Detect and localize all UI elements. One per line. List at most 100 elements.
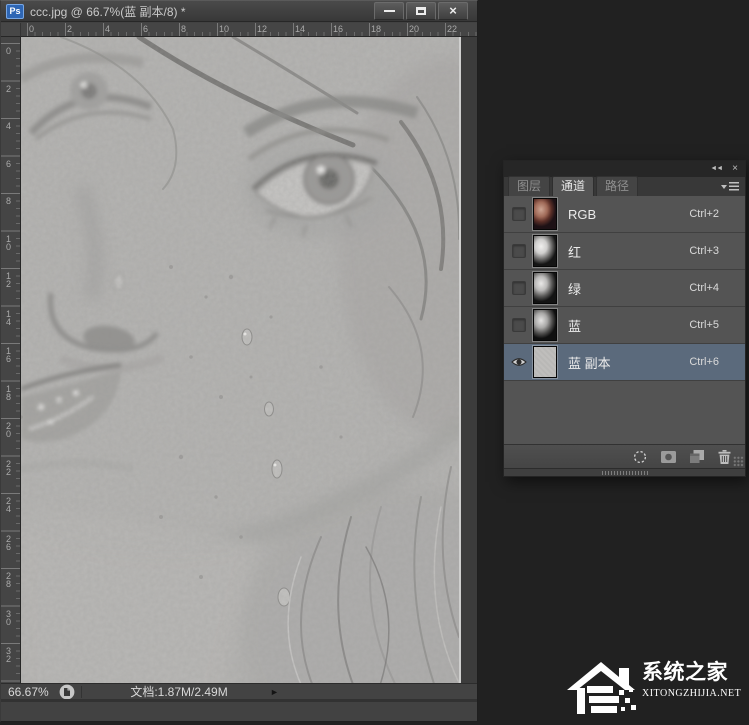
- tab-channels[interactable]: 通道: [552, 176, 595, 196]
- close-icon: ×: [449, 3, 457, 18]
- ruler-number: 22: [447, 24, 458, 34]
- maximize-button[interactable]: [406, 2, 436, 20]
- status-options-arrow-icon[interactable]: ►: [270, 687, 279, 697]
- load-selection-button[interactable]: [633, 450, 647, 464]
- channel-row-blue-copy[interactable]: 蓝 副本 Ctrl+6: [504, 344, 745, 381]
- ruler-number: 10: [5, 233, 11, 252]
- minimize-icon: [383, 10, 395, 12]
- eye-icon[interactable]: [510, 357, 527, 367]
- document-canvas-image[interactable]: [21, 37, 461, 702]
- channel-thumbnail[interactable]: [533, 272, 557, 304]
- ruler-number: 22: [5, 458, 11, 477]
- ruler-number: 12: [257, 24, 268, 34]
- channel-list: RGB Ctrl+2 红 Ctrl+3 绿 Ctrl+4 蓝 Ctrl+5 蓝 …: [504, 196, 745, 381]
- minimize-button[interactable]: [374, 2, 404, 20]
- site-watermark: 系统之家 XITONGZHIJIA.NET: [567, 660, 741, 716]
- dashed-circle-icon: [633, 450, 647, 463]
- ruler-number: 32: [5, 646, 11, 664]
- panel-empty-area: [504, 381, 745, 444]
- panel-topbar: ◄◄ ×: [504, 161, 745, 177]
- channel-shortcut: Ctrl+6: [689, 356, 719, 368]
- ruler-number: 8: [5, 196, 11, 206]
- ruler-number: 0: [29, 24, 35, 34]
- panel-menu-icon[interactable]: [721, 182, 739, 191]
- channel-row-red[interactable]: 红 Ctrl+3: [504, 233, 745, 270]
- ruler-number: 4: [105, 24, 111, 34]
- ruler-number: 0: [5, 46, 11, 56]
- channel-name: 红: [568, 244, 582, 260]
- visibility-cell[interactable]: [504, 281, 533, 295]
- ruler-corner[interactable]: [1, 23, 21, 37]
- ruler-number: 2: [5, 83, 11, 94]
- mask-icon: [661, 450, 676, 463]
- channel-name: 蓝 副本: [568, 355, 611, 371]
- document-title: ccc.jpg @ 66.7%(蓝 副本/8) *: [30, 4, 186, 19]
- ruler-number: 26: [5, 533, 11, 552]
- channel-name: 绿: [568, 281, 582, 297]
- photoshop-app-icon: Ps: [6, 3, 24, 19]
- panel-close-icon[interactable]: ×: [732, 164, 738, 174]
- visibility-checkbox[interactable]: [511, 244, 526, 258]
- channel-row-rgb[interactable]: RGB Ctrl+2: [504, 196, 745, 233]
- grip-dots-icon: [601, 470, 648, 475]
- ruler-number: 20: [409, 24, 420, 34]
- titlebar[interactable]: Ps ccc.jpg @ 66.7%(蓝 副本/8) * ×: [1, 1, 477, 22]
- channels-panel: ◄◄ × 图层 通道 路径 RGB Ctrl+2 红 Ctrl+3 绿 Ctrl…: [503, 160, 746, 477]
- channel-shortcut: Ctrl+5: [689, 319, 719, 331]
- channel-row-blue[interactable]: 蓝 Ctrl+5: [504, 307, 745, 344]
- channel-shortcut: Ctrl+3: [689, 245, 719, 257]
- trash-icon: [718, 449, 731, 464]
- channel-row-green[interactable]: 绿 Ctrl+4: [504, 270, 745, 307]
- ruler-number: 16: [333, 24, 344, 34]
- visibility-checkbox[interactable]: [511, 207, 526, 221]
- ruler-number: 14: [295, 24, 306, 34]
- visibility-checkbox[interactable]: [511, 318, 526, 332]
- window-controls: ×: [374, 2, 468, 20]
- menu-triangle-icon: [721, 184, 727, 189]
- channel-name: 蓝: [568, 318, 582, 334]
- new-channel-button[interactable]: [690, 450, 704, 463]
- ruler-left[interactable]: 0246810121416182022242628303234: [1, 37, 21, 702]
- ruler-number: 20: [5, 421, 11, 439]
- panel-tab-bar: 图层 通道 路径: [504, 176, 745, 196]
- visibility-cell[interactable]: [504, 244, 533, 258]
- ruler-number: 24: [5, 496, 11, 514]
- maximize-icon: [416, 7, 426, 15]
- channel-shortcut: Ctrl+2: [689, 208, 719, 220]
- tab-layers[interactable]: 图层: [508, 176, 551, 196]
- panel-resize-handle[interactable]: [504, 468, 745, 476]
- visibility-cell[interactable]: [504, 318, 533, 332]
- document-status-icon[interactable]: [59, 684, 75, 700]
- visibility-checkbox[interactable]: [511, 281, 526, 295]
- status-bar: 66.67% 文档:1.87M/2.49M ►: [1, 683, 477, 699]
- tab-paths[interactable]: 路径: [596, 176, 639, 196]
- status-separator: [81, 685, 82, 698]
- ruler-number: 16: [5, 346, 11, 364]
- channel-thumbnail[interactable]: [533, 235, 557, 267]
- close-button[interactable]: ×: [438, 2, 468, 20]
- ruler-number: 4: [5, 121, 11, 131]
- channel-thumbnail[interactable]: [533, 309, 557, 341]
- collapse-to-icons-icon[interactable]: ◄◄: [710, 164, 723, 174]
- watermark-text: 系统之家 XITONGZHIJIA.NET: [642, 660, 741, 699]
- ruler-top[interactable]: 0 2 4 6 8 10 12 14 16 18 20 22: [21, 23, 477, 37]
- channel-thumbnail[interactable]: [533, 198, 557, 230]
- canvas-area[interactable]: [21, 37, 477, 702]
- panel-resize-grip[interactable]: [733, 456, 744, 467]
- document-size-info: 文档:1.87M/2.49M: [130, 685, 228, 699]
- ruler-number: 14: [5, 308, 11, 327]
- ruler-number: 28: [5, 571, 11, 589]
- new-page-icon: [690, 450, 704, 463]
- save-selection-as-channel-button[interactable]: [661, 450, 676, 463]
- visibility-cell[interactable]: [504, 207, 533, 221]
- ruler-number: 2: [67, 24, 73, 34]
- channel-thumbnail[interactable]: [533, 346, 557, 378]
- document-window: Ps ccc.jpg @ 66.7%(蓝 副本/8) * × 0 2 4 6 8 10 12…: [0, 0, 478, 722]
- ruler-number: 6: [143, 24, 149, 34]
- work-area: 0 2 4 6 8 10 12 14 16 18 20 22 0 2 4 6 8 10 12 14 16 18 20 22 2…: [1, 23, 477, 702]
- zoom-level-field[interactable]: 66.67%: [1, 685, 57, 699]
- ruler-number: 8: [181, 24, 187, 34]
- visibility-cell[interactable]: [504, 357, 533, 367]
- ruler-number: 6: [5, 158, 11, 169]
- delete-channel-button[interactable]: [718, 449, 731, 464]
